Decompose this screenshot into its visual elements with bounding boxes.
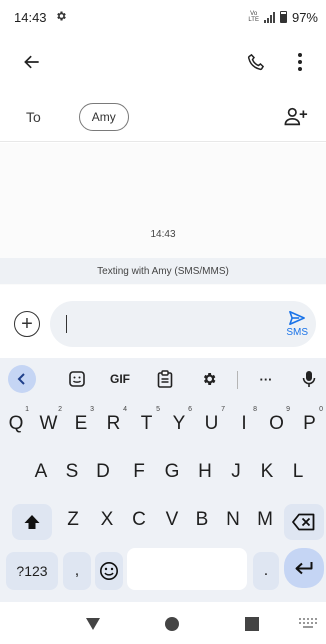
key-z[interactable]: Z (58, 498, 88, 542)
sms-info-banner: Texting with Amy (SMS/MMS) (0, 258, 326, 284)
key-label: E (74, 413, 88, 434)
key-c[interactable]: C (124, 498, 154, 542)
network-indicator: Vo LTE (248, 11, 259, 23)
key-hint: 6 (188, 406, 192, 413)
shift-key[interactable] (12, 504, 52, 540)
key-label: T (140, 413, 153, 434)
key-f[interactable]: F (124, 450, 154, 494)
key-x[interactable]: X (92, 498, 122, 542)
key-n[interactable]: N (218, 498, 248, 542)
key-e[interactable]: E3 (65, 402, 97, 446)
battery-percent: 97% (291, 9, 318, 25)
key-a[interactable]: A (26, 450, 56, 494)
key-hint: 9 (286, 406, 290, 413)
network-lte: LTE (248, 17, 259, 23)
add-person-icon[interactable] (278, 99, 314, 135)
key-t[interactable]: T5 (130, 402, 163, 446)
recents-square-icon[interactable] (240, 612, 264, 636)
key-w[interactable]: W2 (32, 402, 65, 446)
key-hint: 5 (156, 406, 160, 413)
key-j[interactable]: J (221, 450, 251, 494)
key-l[interactable]: L (283, 450, 313, 494)
send-icon (289, 310, 306, 326)
emoji-icon (100, 562, 118, 580)
key-hint: 2 (58, 406, 62, 413)
key-label: R (106, 413, 121, 434)
emoji-key[interactable] (95, 552, 123, 590)
symbols-key[interactable]: ?123 (6, 552, 58, 590)
recipient-chip[interactable]: Amy (78, 102, 129, 131)
status-time: 14:43 (14, 9, 47, 25)
key-hint: 7 (221, 406, 225, 413)
key-i[interactable]: I8 (228, 402, 260, 446)
navigation-bar (0, 602, 326, 644)
gear-icon (55, 10, 67, 25)
send-label: SMS (286, 327, 308, 338)
home-circle-icon[interactable] (160, 612, 184, 636)
key-hint: 1 (25, 406, 29, 413)
to-label: To (26, 108, 41, 125)
keyboard-icon[interactable] (296, 612, 320, 636)
status-bar: 14:43 Vo LTE 97% (0, 0, 326, 34)
battery-icon (279, 11, 287, 23)
key-label: Q (8, 413, 24, 434)
key-k[interactable]: K (252, 450, 282, 494)
key-u[interactable]: U7 (195, 402, 228, 446)
send-button[interactable]: SMS (286, 310, 308, 338)
chevron-left-icon[interactable] (8, 365, 36, 393)
key-v[interactable]: V (157, 498, 187, 542)
message-input[interactable] (71, 316, 287, 332)
key-hint: 8 (253, 406, 257, 413)
key-g[interactable]: G (157, 450, 187, 494)
key-label: I (241, 413, 247, 434)
key-p[interactable]: P0 (293, 402, 326, 446)
key-d[interactable]: D (88, 450, 118, 494)
toolbar-divider (237, 371, 238, 389)
recipient-row: To Amy (0, 92, 326, 142)
key-s[interactable]: S (57, 450, 87, 494)
key-h[interactable]: H (190, 450, 220, 494)
key-q[interactable]: Q1 (0, 402, 32, 446)
key-label: P (303, 413, 316, 434)
gear-icon[interactable] (196, 364, 222, 394)
message-timestamp: 14:43 (150, 229, 176, 240)
space-key[interactable] (127, 548, 247, 590)
key-r[interactable]: R4 (97, 402, 130, 446)
text-cursor (66, 315, 67, 333)
key-label: Y (172, 413, 186, 434)
back-arrow-icon[interactable] (14, 44, 50, 80)
key-b[interactable]: B (187, 498, 217, 542)
key-hint: 4 (123, 406, 127, 413)
key-o[interactable]: O9 (260, 402, 293, 446)
compose-box[interactable]: SMS (50, 301, 316, 347)
comma-key[interactable]: , (63, 552, 91, 590)
add-attachment-icon[interactable]: + (14, 311, 40, 337)
key-label: U (204, 413, 219, 434)
phone-icon[interactable] (238, 44, 274, 80)
key-m[interactable]: M (250, 498, 280, 542)
enter-key[interactable] (284, 548, 324, 588)
enter-icon (295, 562, 313, 575)
keyboard: GIF ··· Q1 W2 E3 R4 T5 Y6 U7 I8 O9 P0 A … (0, 358, 326, 602)
app-bar (0, 34, 326, 90)
key-hint: 3 (90, 406, 94, 413)
clipboard-icon[interactable] (152, 364, 178, 394)
backspace-icon (292, 513, 315, 531)
key-label: W (39, 413, 58, 434)
gif-button[interactable]: GIF (104, 364, 136, 394)
more-vert-icon[interactable] (282, 44, 318, 80)
key-hint: 0 (319, 406, 323, 413)
mic-icon[interactable] (296, 364, 322, 394)
period-key[interactable]: . (253, 552, 279, 590)
signal-icon (263, 11, 275, 23)
compose-row: + SMS (0, 298, 326, 350)
backspace-key[interactable] (284, 504, 324, 540)
shift-icon (24, 515, 40, 529)
keyboard-toolbar: GIF ··· (0, 362, 326, 396)
more-button[interactable]: ··· (253, 364, 279, 394)
key-y[interactable]: Y6 (163, 402, 195, 446)
sticker-icon[interactable] (64, 364, 90, 394)
back-triangle-icon[interactable] (81, 612, 105, 636)
key-label: O (269, 413, 284, 434)
